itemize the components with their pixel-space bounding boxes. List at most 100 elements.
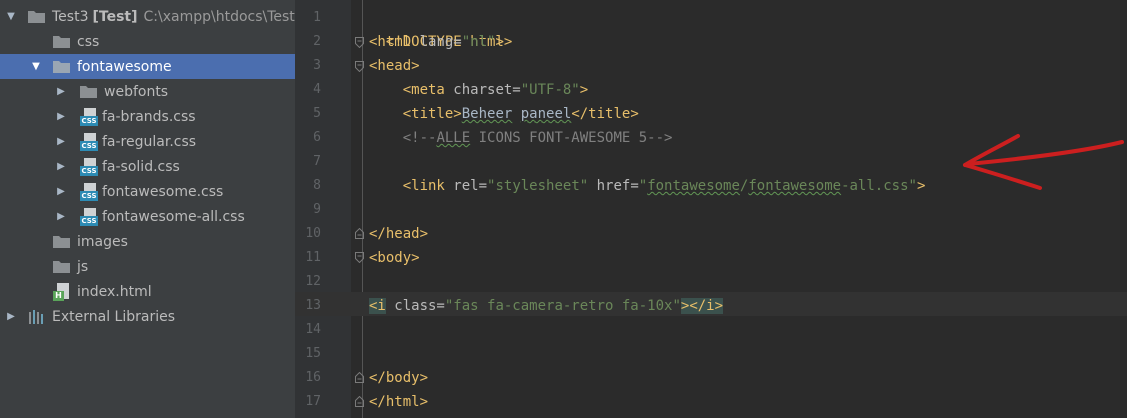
chevron-down-icon[interactable]: ▼ bbox=[6, 11, 16, 23]
text-token: Beheer bbox=[461, 106, 513, 122]
tag-token: <body> bbox=[369, 250, 420, 266]
text-token: paneel bbox=[520, 106, 572, 122]
tree-item-label: fa-brands.css bbox=[102, 108, 196, 125]
tree-item-label: fa-solid.css bbox=[102, 158, 180, 175]
css-file-icon: CSS bbox=[80, 157, 98, 176]
fold-close-icon[interactable] bbox=[355, 228, 364, 239]
tree-item-label: fa-regular.css bbox=[102, 133, 197, 150]
code-line-13[interactable]: <i class="fas fa-camera-retro fa-10x"></… bbox=[369, 294, 724, 318]
code-line-2[interactable]: <html lang="nl"> bbox=[369, 30, 504, 54]
tree-item-fa-regular-css[interactable]: ▶ CSS fa-regular.css bbox=[0, 129, 295, 154]
code-line-4[interactable]: <meta charset="UTF-8"> bbox=[369, 78, 588, 102]
tree-item-images[interactable]: images bbox=[0, 229, 295, 254]
chevron-right-icon[interactable]: ▶ bbox=[6, 311, 16, 323]
line-number: 12 bbox=[305, 274, 321, 289]
tree-item-fontawesome-css[interactable]: ▶ CSS fontawesome.css bbox=[0, 179, 295, 204]
code-editor[interactable] bbox=[362, 0, 1127, 418]
tree-root-test3[interactable]: ▼ Test3 [Test] C:\xampp\htdocs\Test3 bbox=[0, 4, 295, 29]
tree-item-css[interactable]: css bbox=[0, 29, 295, 54]
fold-close-icon[interactable] bbox=[355, 372, 364, 383]
tree-item-label: index.html bbox=[77, 283, 152, 300]
folder-icon bbox=[28, 10, 45, 23]
folder-icon bbox=[53, 60, 70, 73]
line-number: 17 bbox=[305, 394, 321, 409]
tag-token: <meta bbox=[402, 82, 445, 98]
tree-item-label: js bbox=[77, 258, 89, 275]
folder-icon bbox=[80, 85, 97, 98]
fold-open-icon[interactable] bbox=[355, 61, 364, 72]
tag-token: > bbox=[495, 34, 504, 50]
code-line-5[interactable]: <title>Beheer paneel</title> bbox=[369, 102, 639, 126]
tree-item-fa-brands-css[interactable]: ▶ CSS fa-brands.css bbox=[0, 104, 295, 129]
tree-item-fa-solid-css[interactable]: ▶ CSS fa-solid.css bbox=[0, 154, 295, 179]
line-number: 8 bbox=[313, 178, 321, 193]
tag-token: <link bbox=[402, 178, 445, 194]
folder-icon bbox=[53, 260, 70, 273]
css-file-icon: CSS bbox=[80, 182, 98, 201]
tree-item-js[interactable]: js bbox=[0, 254, 295, 279]
tag-token: </title> bbox=[571, 106, 639, 122]
tree-item-label: images bbox=[77, 233, 128, 250]
library-icon bbox=[28, 309, 46, 325]
fold-open-icon[interactable] bbox=[355, 37, 364, 48]
tree-item-external-libraries[interactable]: ▶ External Libraries bbox=[0, 304, 295, 329]
line-number: 9 bbox=[313, 202, 321, 217]
code-line-3[interactable]: <head> bbox=[369, 54, 420, 78]
attr-token: charset= bbox=[444, 82, 521, 98]
value-token: " bbox=[638, 178, 648, 194]
css-file-icon: CSS bbox=[80, 107, 98, 126]
code-line-1[interactable]: <!DOCTYPE html> bbox=[369, 6, 512, 50]
fold-open-icon[interactable] bbox=[355, 252, 364, 263]
tree-item-label: fontawesome bbox=[77, 58, 172, 75]
folder-icon bbox=[53, 35, 70, 48]
code-line-16[interactable]: </body> bbox=[369, 366, 428, 390]
tag-token: </html> bbox=[369, 394, 429, 410]
tree-item-fontawesome[interactable]: ▼ fontawesome bbox=[0, 54, 295, 79]
value-token: -all.css" bbox=[841, 178, 917, 194]
line-number: 1 bbox=[313, 10, 321, 25]
tag-token: <html bbox=[369, 34, 412, 50]
attr-token: href= bbox=[588, 178, 639, 194]
comment-token: ALLE bbox=[436, 130, 471, 146]
tree-item-fontawesome-all-css[interactable]: ▶ CSS fontawesome-all.css bbox=[0, 204, 295, 229]
value-token: "fas fa-camera-retro fa-10x" bbox=[444, 298, 681, 314]
chevron-right-icon[interactable]: ▶ bbox=[56, 186, 66, 198]
attr-token: rel= bbox=[444, 178, 488, 194]
chevron-right-icon[interactable]: ▶ bbox=[56, 86, 66, 98]
chevron-right-icon[interactable]: ▶ bbox=[56, 161, 66, 173]
css-file-icon: CSS bbox=[80, 132, 98, 151]
tree-item-index-html[interactable]: H index.html bbox=[0, 279, 295, 304]
fold-close-icon[interactable] bbox=[355, 396, 364, 407]
css-file-icon: CSS bbox=[80, 207, 98, 226]
tag-token-matched: <i bbox=[369, 298, 386, 314]
code-line-17[interactable]: </html> bbox=[369, 390, 428, 414]
tree-item-webfonts[interactable]: ▶ webfonts bbox=[0, 79, 295, 104]
chevron-right-icon[interactable]: ▶ bbox=[56, 136, 66, 148]
line-number: 10 bbox=[305, 226, 321, 241]
code-line-6[interactable]: <!--ALLE ICONS FONT-AWESOME 5--> bbox=[369, 126, 673, 150]
chevron-right-icon[interactable]: ▶ bbox=[56, 111, 66, 123]
code-line-10[interactable]: </head> bbox=[369, 222, 428, 246]
line-number: 4 bbox=[313, 82, 321, 97]
value-token: "UTF-8" bbox=[520, 82, 580, 98]
chevron-down-icon[interactable]: ▼ bbox=[31, 61, 41, 73]
tag-token: <title> bbox=[402, 106, 462, 122]
tag-token: </body> bbox=[369, 370, 429, 386]
line-number: 2 bbox=[313, 34, 321, 49]
line-number: 7 bbox=[313, 154, 321, 169]
code-line-11[interactable]: <body> bbox=[369, 246, 420, 270]
folder-icon bbox=[53, 235, 70, 248]
line-number: 14 bbox=[305, 322, 321, 337]
project-name: Test3 bbox=[52, 8, 89, 25]
code-line-8[interactable]: <link rel="stylesheet" href="fontawesome… bbox=[369, 174, 926, 198]
tag-token: > bbox=[579, 82, 589, 98]
line-number: 11 bbox=[305, 250, 321, 265]
chevron-right-icon[interactable]: ▶ bbox=[56, 211, 66, 223]
value-token: fontawesome bbox=[748, 178, 842, 194]
line-number: 16 bbox=[305, 370, 321, 385]
tree-item-label: External Libraries bbox=[52, 308, 175, 325]
comment-token: ICONS FONT-AWESOME 5--> bbox=[470, 130, 673, 146]
